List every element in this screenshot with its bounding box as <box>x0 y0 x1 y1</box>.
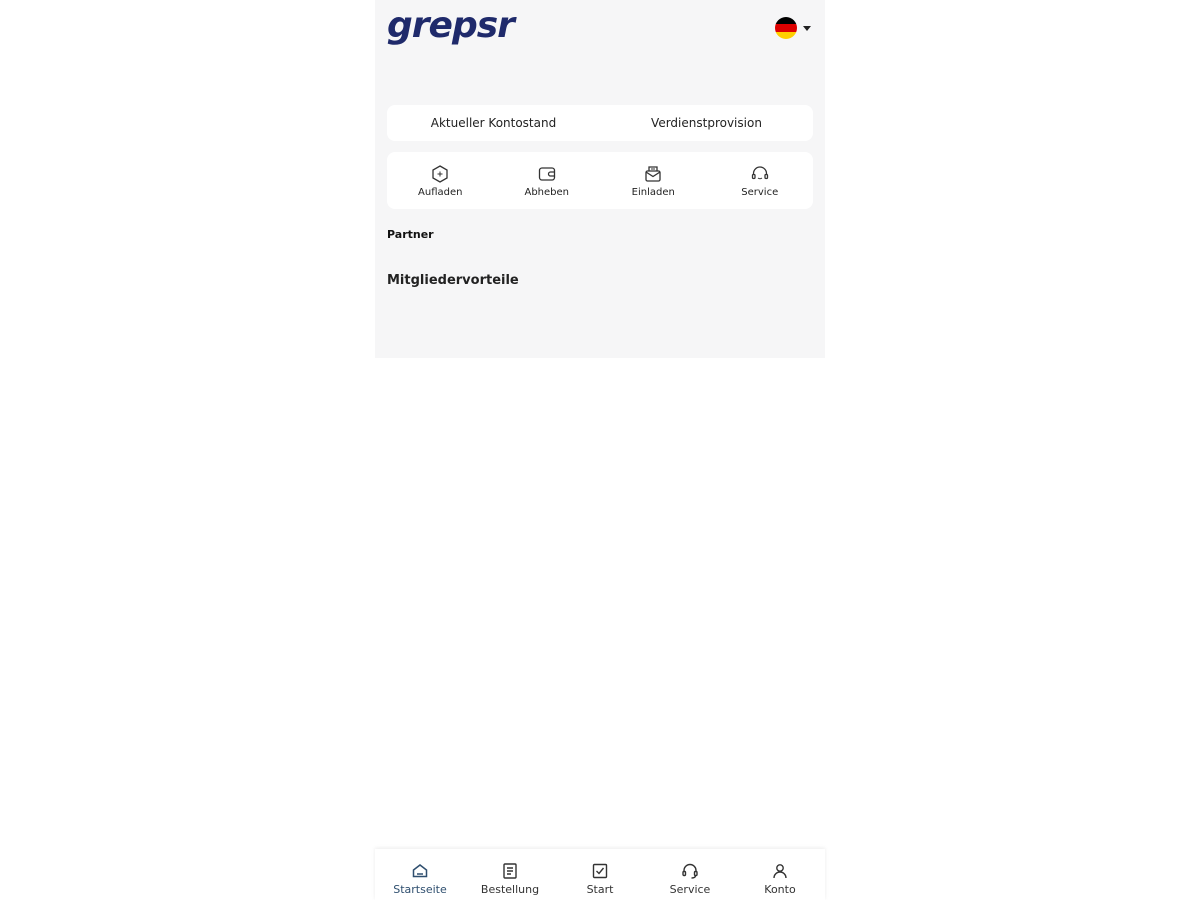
headset-icon <box>682 863 698 879</box>
order-icon <box>503 863 517 879</box>
action-withdraw-label: Abheben <box>524 186 570 198</box>
nav-account[interactable]: Konto <box>735 849 825 896</box>
headset-icon <box>751 165 768 179</box>
invite-mail-icon <box>645 165 661 182</box>
balance-card: Aktueller Kontostand Verdienstprovision <box>387 105 813 141</box>
bottom-navigation: Startseite Bestellung Start Service Kont… <box>375 849 825 900</box>
member-benefits-heading: Mitgliedervorteile <box>387 273 519 288</box>
brand-logo[interactable]: grepsr <box>387 5 515 47</box>
app-container: grepsr Aktueller Kontostand Verdienstpro… <box>375 0 825 358</box>
action-invite-label: Einladen <box>631 186 675 198</box>
nav-orders-label: Bestellung <box>480 883 540 896</box>
nav-start-label: Start <box>586 883 614 896</box>
action-service-label: Service <box>741 186 779 198</box>
quick-actions: Aufladen Abheben Einladen Service <box>387 152 813 209</box>
commission-label: Verdienstprovision <box>651 116 762 130</box>
checkbox-icon <box>592 863 608 879</box>
action-invite[interactable]: Einladen <box>613 164 693 198</box>
nav-home-label: Startseite <box>393 883 447 896</box>
nav-service[interactable]: Service <box>645 849 735 896</box>
action-recharge-label: Aufladen <box>418 186 463 198</box>
current-balance-label: Aktueller Kontostand <box>430 116 557 130</box>
nav-start[interactable]: Start <box>555 849 645 896</box>
action-withdraw[interactable]: Abheben <box>507 164 587 198</box>
partner-heading: Partner <box>387 228 434 241</box>
home-icon <box>412 864 428 878</box>
chevron-down-icon <box>803 25 811 31</box>
language-selector[interactable] <box>775 17 811 39</box>
nav-home[interactable]: Startseite <box>375 849 465 896</box>
nav-account-label: Konto <box>764 883 796 896</box>
action-service[interactable]: Service <box>720 164 800 198</box>
user-icon <box>773 864 787 879</box>
recharge-icon <box>432 164 448 183</box>
action-recharge[interactable]: Aufladen <box>400 164 480 198</box>
nav-orders[interactable]: Bestellung <box>465 849 555 896</box>
germany-flag-icon <box>775 17 797 39</box>
nav-service-label: Service <box>669 883 711 896</box>
wallet-icon <box>538 166 555 181</box>
